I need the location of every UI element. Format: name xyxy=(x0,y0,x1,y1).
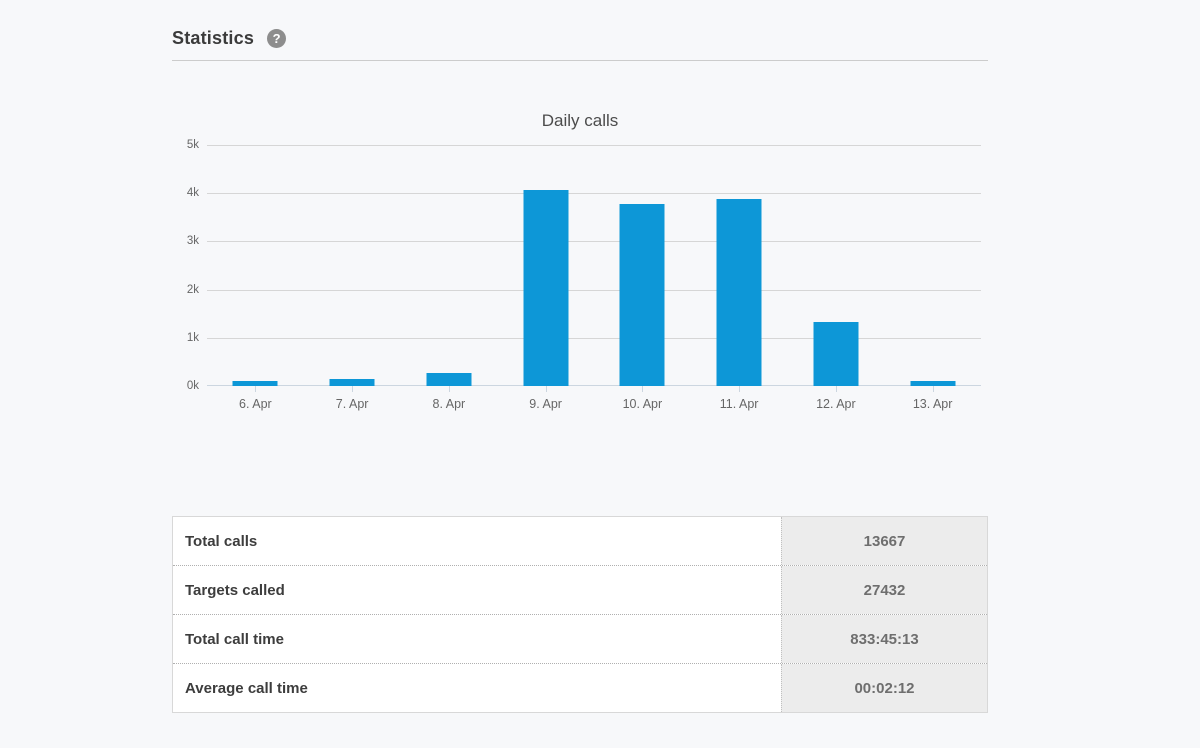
x-axis-label: 8. Apr xyxy=(401,397,498,411)
table-row: Average call time 00:02:12 xyxy=(173,663,987,712)
stats-table: Total calls 13667 Targets called 27432 T… xyxy=(172,516,988,713)
chart-bar[interactable] xyxy=(330,379,375,386)
y-axis-label: 3k xyxy=(163,234,199,248)
x-tick xyxy=(449,386,450,392)
stat-label: Total calls xyxy=(173,517,781,565)
x-axis-label: 7. Apr xyxy=(304,397,401,411)
stat-value: 27432 xyxy=(781,566,987,614)
table-row: Targets called 27432 xyxy=(173,565,987,614)
table-row: Total call time 833:45:13 xyxy=(173,614,987,663)
x-tick xyxy=(642,386,643,392)
category-slot: 12. Apr xyxy=(788,145,885,386)
x-axis-label: 11. Apr xyxy=(691,397,788,411)
x-axis-label: 12. Apr xyxy=(788,397,885,411)
stat-label: Targets called xyxy=(173,566,781,614)
category-slot: 11. Apr xyxy=(691,145,788,386)
x-tick xyxy=(933,386,934,392)
stat-value: 00:02:12 xyxy=(781,664,987,712)
chart-bar[interactable] xyxy=(813,322,858,386)
x-tick xyxy=(739,386,740,392)
category-slot: 10. Apr xyxy=(594,145,691,386)
stat-value: 13667 xyxy=(781,517,987,565)
table-row: Total calls 13667 xyxy=(173,517,987,565)
y-axis-label: 0k xyxy=(163,379,199,393)
chart-bar[interactable] xyxy=(620,204,665,386)
x-axis-label: 6. Apr xyxy=(207,397,304,411)
x-tick xyxy=(836,386,837,392)
x-tick xyxy=(546,386,547,392)
chart-bar[interactable] xyxy=(523,190,568,386)
category-slot: 13. Apr xyxy=(884,145,981,386)
daily-calls-chart: 5k4k3k2k1k0k6. Apr7. Apr8. Apr9. Apr10. … xyxy=(207,145,981,386)
stat-label: Average call time xyxy=(173,664,781,712)
category-slot: 9. Apr xyxy=(497,145,594,386)
x-tick xyxy=(352,386,353,392)
y-axis-label: 1k xyxy=(163,331,199,345)
x-tick xyxy=(255,386,256,392)
x-axis-label: 13. Apr xyxy=(884,397,981,411)
stat-label: Total call time xyxy=(173,615,781,663)
x-axis-label: 9. Apr xyxy=(497,397,594,411)
chart-bar[interactable] xyxy=(426,373,471,386)
statistics-header: Statistics ? xyxy=(172,0,988,61)
chart-bar[interactable] xyxy=(717,199,762,386)
help-icon[interactable]: ? xyxy=(267,29,286,48)
y-axis-label: 5k xyxy=(163,138,199,152)
category-slot: 7. Apr xyxy=(304,145,401,386)
stat-value: 833:45:13 xyxy=(781,615,987,663)
x-axis-label: 10. Apr xyxy=(594,397,691,411)
page-title: Statistics xyxy=(172,28,254,49)
y-axis-label: 4k xyxy=(163,186,199,200)
category-slot: 6. Apr xyxy=(207,145,304,386)
y-axis-label: 2k xyxy=(163,283,199,297)
chart-title: Daily calls xyxy=(172,111,988,131)
category-slot: 8. Apr xyxy=(401,145,498,386)
